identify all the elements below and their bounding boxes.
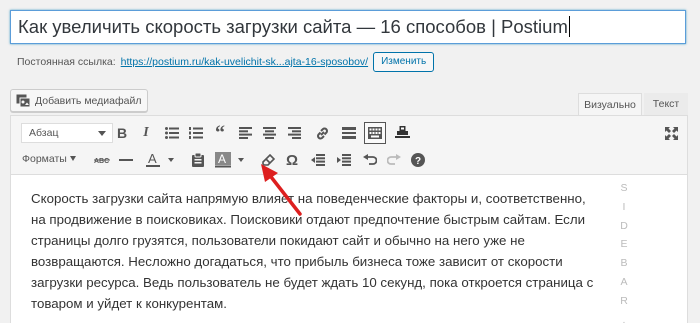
sidebar-placeholder: S I D E B A R . <box>615 179 633 323</box>
sidebar-letter: S <box>620 182 628 194</box>
italic-button[interactable]: I <box>135 122 157 144</box>
text-color-icon: A <box>146 152 174 167</box>
post-title-input[interactable]: Как увеличить скорость загрузки сайта — … <box>10 10 686 44</box>
permalink-edit-button[interactable]: Изменить <box>373 52 435 72</box>
clear-formatting-button[interactable] <box>257 149 279 171</box>
svg-text:?: ? <box>415 156 421 167</box>
paste-as-text-icon <box>192 153 204 167</box>
format-select[interactable]: Абзац <box>21 123 113 143</box>
horizontal-line-button[interactable] <box>115 149 137 171</box>
post-title-text: Как увеличить скорость загрузки сайта — … <box>18 16 568 37</box>
svg-text:ABC: ABC <box>94 158 109 165</box>
horizontal-line-icon <box>119 158 133 161</box>
undo-icon <box>363 154 377 165</box>
redo-button[interactable] <box>383 149 405 171</box>
align-center-icon <box>262 127 276 139</box>
tab-text[interactable]: Текст <box>644 93 688 115</box>
special-character-icon: Ω <box>285 151 299 169</box>
align-right-icon <box>287 127 301 139</box>
numbered-list-icon <box>189 127 203 139</box>
special-character-button[interactable]: Ω <box>281 149 303 171</box>
bullet-list-icon <box>165 127 179 139</box>
bold-icon: B <box>116 125 128 141</box>
media-icon <box>16 94 31 108</box>
add-media-label: Добавить медиафайл <box>35 94 142 107</box>
bullet-list-button[interactable] <box>161 122 183 144</box>
strikethrough-button[interactable]: ABC <box>91 149 113 171</box>
sidebar-letter: . <box>622 313 626 323</box>
background-color-button[interactable]: A <box>211 149 251 171</box>
sidebar-letter: I <box>622 200 626 213</box>
svg-text:A: A <box>148 152 157 166</box>
align-center-button[interactable] <box>258 122 280 144</box>
fullscreen-button[interactable] <box>660 122 682 144</box>
text-color-button[interactable]: A <box>141 149 181 171</box>
toolbar-row-2: Форматы ABC A A Ω ? <box>11 146 687 174</box>
outdent-icon <box>311 154 325 166</box>
fullscreen-icon <box>664 126 678 140</box>
custom-stamp-icon <box>394 126 410 138</box>
italic-icon: I <box>143 125 149 140</box>
chevron-down-icon <box>98 131 106 136</box>
help-icon: ? <box>411 153 425 167</box>
editor-toolbar: Абзац B I “ Форматы ABC A A Ω ? <box>11 116 687 175</box>
numbered-list-button[interactable] <box>185 122 207 144</box>
editor-content[interactable]: Скорость загрузки сайта напрямую влияет … <box>11 175 607 323</box>
help-button[interactable]: ? <box>407 149 429 171</box>
link-icon <box>316 127 328 139</box>
link-button[interactable] <box>311 122 333 144</box>
text-caret <box>568 16 570 37</box>
outdent-button[interactable] <box>307 149 329 171</box>
toolbar-toggle-button[interactable] <box>364 122 386 144</box>
chevron-down-icon <box>69 156 76 161</box>
custom-stamp-button[interactable] <box>391 122 413 144</box>
sidebar-letter: A <box>620 275 628 288</box>
align-left-button[interactable] <box>234 122 256 144</box>
align-left-icon <box>238 127 252 139</box>
redo-icon <box>387 154 401 165</box>
sidebar-letter: B <box>620 257 628 270</box>
format-select-value: Абзац <box>29 127 59 139</box>
toolbar-toggle-icon <box>368 127 382 139</box>
bold-button[interactable]: B <box>111 122 133 144</box>
align-right-button[interactable] <box>283 122 305 144</box>
formats-label: Форматы <box>22 153 67 165</box>
sidebar-letter: R <box>620 294 628 307</box>
svg-text:A: A <box>218 152 226 166</box>
add-media-button[interactable]: Добавить медиафайл <box>10 89 149 112</box>
content-paragraph: Скорость загрузки сайта напрямую влияет … <box>31 191 594 311</box>
editor-frame: Абзац B I “ Форматы ABC A A Ω ? Скорость… <box>10 115 688 323</box>
blockquote-button[interactable]: “ <box>209 122 231 144</box>
strikethrough-icon: ABC <box>94 158 110 165</box>
blockquote-icon: “ <box>215 122 225 144</box>
indent-button[interactable] <box>333 149 355 171</box>
read-more-button[interactable] <box>338 122 360 144</box>
background-color-icon: A <box>215 152 244 168</box>
permalink-bar: Постоянная ссылка: https://postium.ru/ka… <box>17 52 435 72</box>
permalink-label: Постоянная ссылка: <box>17 56 116 68</box>
clear-formatting-icon <box>261 153 275 166</box>
indent-icon <box>337 154 351 166</box>
formats-dropdown[interactable]: Форматы <box>22 153 76 165</box>
read-more-icon <box>342 127 356 139</box>
undo-button[interactable] <box>359 149 381 171</box>
paste-as-text-button[interactable] <box>187 149 209 171</box>
toolbar-row-1: Абзац B I “ <box>11 118 687 146</box>
permalink-link[interactable]: https://postium.ru/kak-uvelichit-sk...aj… <box>121 56 368 68</box>
sidebar-letter: D <box>620 219 628 232</box>
tab-visual[interactable]: Визуально <box>578 93 642 115</box>
sidebar-letter: E <box>620 238 628 251</box>
